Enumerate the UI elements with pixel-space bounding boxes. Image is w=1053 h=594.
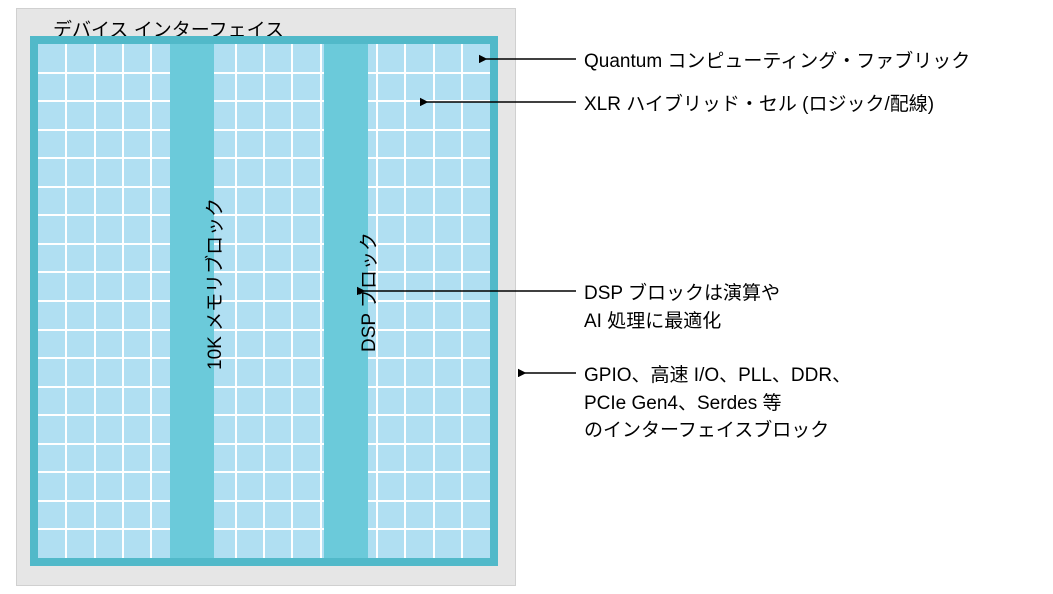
memory-block-label: 10K メモリブロック xyxy=(200,198,227,370)
callout-io: GPIO、高速 I/O、PLL、DDR、 PCIe Gen4、Serdes 等 … xyxy=(584,362,851,445)
hybrid-cell-grid xyxy=(38,44,490,558)
dsp-block-label: DSP ブロック xyxy=(354,232,381,352)
callout-cell: XLR ハイブリッド・セル (ロジック/配線) xyxy=(584,91,934,119)
callout-fabric: Quantum コンピューティング・ファブリック xyxy=(584,48,970,76)
callout-dsp: DSP ブロックは演算や AI 処理に最適化 xyxy=(584,280,780,335)
